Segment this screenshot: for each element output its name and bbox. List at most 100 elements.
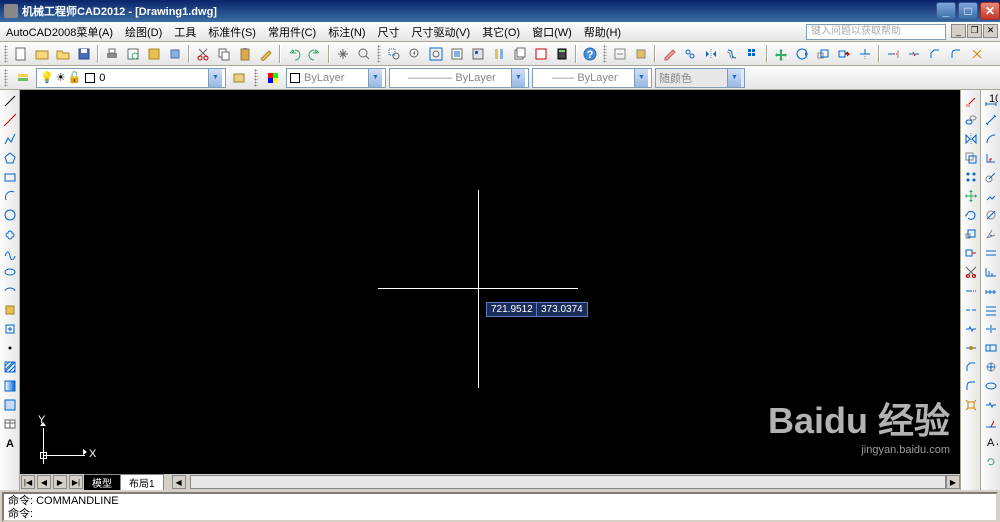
polyline-icon[interactable] — [1, 130, 19, 148]
command-line[interactable]: 命令: COMMANDLINE 命令: — [2, 492, 998, 522]
new-file-icon[interactable] — [11, 44, 31, 64]
save-icon[interactable] — [74, 44, 94, 64]
explode2-icon[interactable] — [962, 396, 980, 414]
dim-tedit-icon[interactable]: A↔ — [982, 434, 1000, 452]
menu-window[interactable]: 窗口(W) — [526, 22, 578, 42]
color-dropdown[interactable]: ByLayer ▼ — [286, 68, 386, 88]
zoom-extents-icon[interactable] — [426, 44, 446, 64]
point-icon[interactable] — [1, 339, 19, 357]
ellipse-arc-icon[interactable] — [1, 282, 19, 300]
menu-help[interactable]: 帮助(H) — [578, 22, 627, 42]
break2-icon[interactable] — [962, 320, 980, 338]
dim-baseline-icon[interactable] — [982, 263, 1000, 281]
cut-icon[interactable] — [193, 44, 213, 64]
plotstyle-dropdown[interactable]: 随颜色 ▼ — [655, 68, 745, 88]
copy3-icon[interactable] — [962, 111, 980, 129]
paste-icon[interactable] — [235, 44, 255, 64]
gradient-icon[interactable] — [1, 377, 19, 395]
dim-jog-line-icon[interactable] — [982, 396, 1000, 414]
spline-icon[interactable] — [1, 244, 19, 262]
minimize-button[interactable]: _ — [936, 2, 956, 20]
scale-icon[interactable] — [813, 44, 833, 64]
hscroll-right-button[interactable]: ▶ — [946, 475, 960, 489]
zoom-window-icon[interactable] — [384, 44, 404, 64]
fillet2-icon[interactable] — [962, 377, 980, 395]
erase2-icon[interactable] — [962, 92, 980, 110]
mdi-restore-button[interactable]: ❐ — [967, 24, 982, 38]
menu-common-parts[interactable]: 常用件(C) — [262, 22, 322, 42]
tab-model[interactable]: 模型 — [84, 474, 121, 490]
redo-icon[interactable] — [305, 44, 325, 64]
zoom-realtime-icon[interactable] — [354, 44, 374, 64]
break-at-icon[interactable] — [962, 301, 980, 319]
toolbar-grip[interactable] — [4, 69, 8, 87]
dim-radius-icon[interactable] — [982, 168, 1000, 186]
menu-standard-parts[interactable]: 标准件(S) — [202, 22, 262, 42]
dim-jogged-icon[interactable] — [982, 187, 1000, 205]
mdi-close-button[interactable]: ✕ — [983, 24, 998, 38]
menu-dimension[interactable]: 尺寸 — [372, 22, 406, 42]
sheet-set-icon[interactable] — [510, 44, 530, 64]
toolbar-grip[interactable] — [603, 45, 607, 63]
dim-diameter-icon[interactable] — [982, 206, 1000, 224]
new-folder-icon[interactable] — [32, 44, 52, 64]
open-icon[interactable] — [53, 44, 73, 64]
dim-continue-icon[interactable] — [982, 282, 1000, 300]
maximize-button[interactable]: □ — [958, 2, 978, 20]
trim2-icon[interactable] — [962, 263, 980, 281]
toolbar-grip[interactable] — [254, 69, 258, 87]
publish-icon[interactable] — [165, 44, 185, 64]
extend-icon[interactable] — [883, 44, 903, 64]
lineweight-dropdown[interactable]: —— ByLayer ▼ — [532, 68, 652, 88]
dim-aligned-icon[interactable] — [982, 111, 1000, 129]
mtext-icon[interactable]: A — [1, 434, 19, 452]
layer-dropdown[interactable]: 💡 ☀ 🔓 0 ▼ — [36, 68, 226, 88]
color-control-icon[interactable] — [263, 68, 283, 88]
menu-other[interactable]: 其它(O) — [476, 22, 526, 42]
print-icon[interactable] — [102, 44, 122, 64]
erase-icon[interactable] — [659, 44, 679, 64]
table-icon[interactable] — [1, 415, 19, 433]
rotate2-icon[interactable] — [962, 206, 980, 224]
zoom-previous-icon[interactable] — [405, 44, 425, 64]
dim-break-icon[interactable] — [982, 320, 1000, 338]
tool-palette-icon[interactable] — [489, 44, 509, 64]
mirror-icon[interactable] — [701, 44, 721, 64]
tolerance-icon[interactable] — [982, 339, 1000, 357]
dim-inspect-icon[interactable] — [982, 377, 1000, 395]
move2-icon[interactable] — [962, 187, 980, 205]
menu-draw[interactable]: 绘图(D) — [119, 22, 168, 42]
markup-icon[interactable] — [531, 44, 551, 64]
break-icon[interactable] — [904, 44, 924, 64]
design-center-icon[interactable] — [468, 44, 488, 64]
insert-block-icon[interactable] — [1, 301, 19, 319]
tab-next-button[interactable]: ▶ — [53, 475, 67, 489]
menu-autocad[interactable]: AutoCAD2008菜单(A) — [0, 22, 119, 42]
mirror2-icon[interactable] — [962, 130, 980, 148]
hscroll-track[interactable] — [190, 475, 946, 489]
toolbar-grip[interactable] — [377, 45, 381, 63]
rotate-icon[interactable] — [792, 44, 812, 64]
array-icon[interactable] — [743, 44, 763, 64]
copy2-icon[interactable] — [680, 44, 700, 64]
print-preview-icon[interactable] — [123, 44, 143, 64]
circle-icon[interactable] — [1, 206, 19, 224]
line-icon[interactable] — [1, 92, 19, 110]
close-button[interactable]: ✕ — [980, 2, 1000, 20]
extend2-icon[interactable] — [962, 282, 980, 300]
chamfer-icon[interactable] — [925, 44, 945, 64]
menu-annotate[interactable]: 标注(N) — [322, 22, 371, 42]
dim-update-icon[interactable] — [982, 453, 1000, 471]
tab-layout1[interactable]: 布局1 — [121, 474, 164, 490]
menu-dim-driven[interactable]: 尺寸驱动(V) — [406, 22, 477, 42]
revcloud-icon[interactable] — [1, 225, 19, 243]
dim-ordinate-icon[interactable] — [982, 149, 1000, 167]
rectangle-icon[interactable] — [1, 168, 19, 186]
plot-icon[interactable] — [144, 44, 164, 64]
copy-icon[interactable] — [214, 44, 234, 64]
hatch-icon[interactable] — [1, 358, 19, 376]
arc-icon[interactable] — [1, 187, 19, 205]
scale2-icon[interactable] — [962, 225, 980, 243]
menu-tools[interactable]: 工具 — [168, 22, 202, 42]
hscroll-left-button[interactable]: ◀ — [172, 475, 186, 489]
